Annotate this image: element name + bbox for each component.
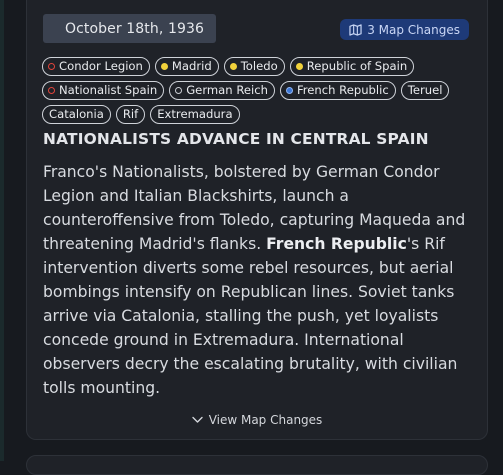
tag-label: French Republic — [296, 83, 389, 97]
tag-label: Extremadura — [157, 107, 233, 121]
map-changes-count: 3 Map Changes — [367, 22, 460, 37]
event-description: Franco's Nationalists, bolstered by Germ… — [43, 160, 479, 400]
tag-toledo[interactable]: Toledo — [223, 56, 285, 76]
event-headline: NATIONALISTS ADVANCE IN CENTRAL SPAIN — [43, 130, 429, 148]
tag-condor-legion[interactable]: Condor Legion — [42, 56, 150, 76]
description-text: 's Rif intervention diverts some rebel r… — [43, 235, 458, 397]
tag-label: Teruel — [407, 83, 443, 97]
view-map-changes-button[interactable]: View Map Changes — [27, 413, 487, 427]
tag-french-republic[interactable]: French Republic — [279, 80, 396, 100]
tag-label: Rif — [122, 107, 139, 121]
red-marker-icon — [48, 62, 55, 70]
event-date: October 18th, 1936 — [65, 20, 204, 37]
left-edge — [0, 0, 4, 461]
red-marker-icon — [48, 86, 55, 94]
tag-label: Condor Legion — [59, 59, 143, 73]
event-card: October 18th, 1936 3 Map Changes Condor … — [26, 0, 488, 440]
map-changes-badge: 3 Map Changes — [340, 19, 469, 40]
tag-republic-of-spain[interactable]: Republic of Spain — [289, 56, 415, 76]
yellow-marker-icon — [229, 62, 237, 70]
date-pill: October 18th, 1936 — [43, 14, 216, 43]
tag-list: Condor Legion Madrid Toledo Republic of … — [42, 54, 482, 126]
tag-label: Nationalist Spain — [59, 83, 158, 97]
map-icon — [349, 23, 362, 36]
tag-catalonia[interactable]: Catalonia — [42, 104, 111, 124]
tag-german-reich[interactable]: German Reich — [169, 80, 275, 100]
tag-label: German Reich — [186, 83, 268, 97]
tag-teruel[interactable]: Teruel — [400, 80, 450, 100]
tag-label: Republic of Spain — [306, 59, 408, 73]
view-map-changes-label: View Map Changes — [208, 413, 323, 427]
tag-madrid[interactable]: Madrid — [154, 56, 219, 76]
tag-label: Madrid — [171, 59, 212, 73]
tag-rif[interactable]: Rif — [115, 104, 146, 124]
yellow-marker-icon — [295, 62, 303, 70]
chevron-down-icon — [191, 416, 203, 423]
blue-marker-icon — [285, 86, 293, 94]
tag-label: Toledo — [240, 59, 278, 73]
tag-nationalist-spain[interactable]: Nationalist Spain — [42, 80, 165, 100]
tag-extremadura[interactable]: Extremadura — [150, 104, 240, 124]
yellow-marker-icon — [160, 62, 168, 70]
next-event-card — [26, 455, 488, 475]
tag-label: Catalonia — [49, 107, 104, 121]
highlighted-country: French Republic — [266, 235, 407, 253]
grey-marker-icon — [175, 86, 183, 94]
